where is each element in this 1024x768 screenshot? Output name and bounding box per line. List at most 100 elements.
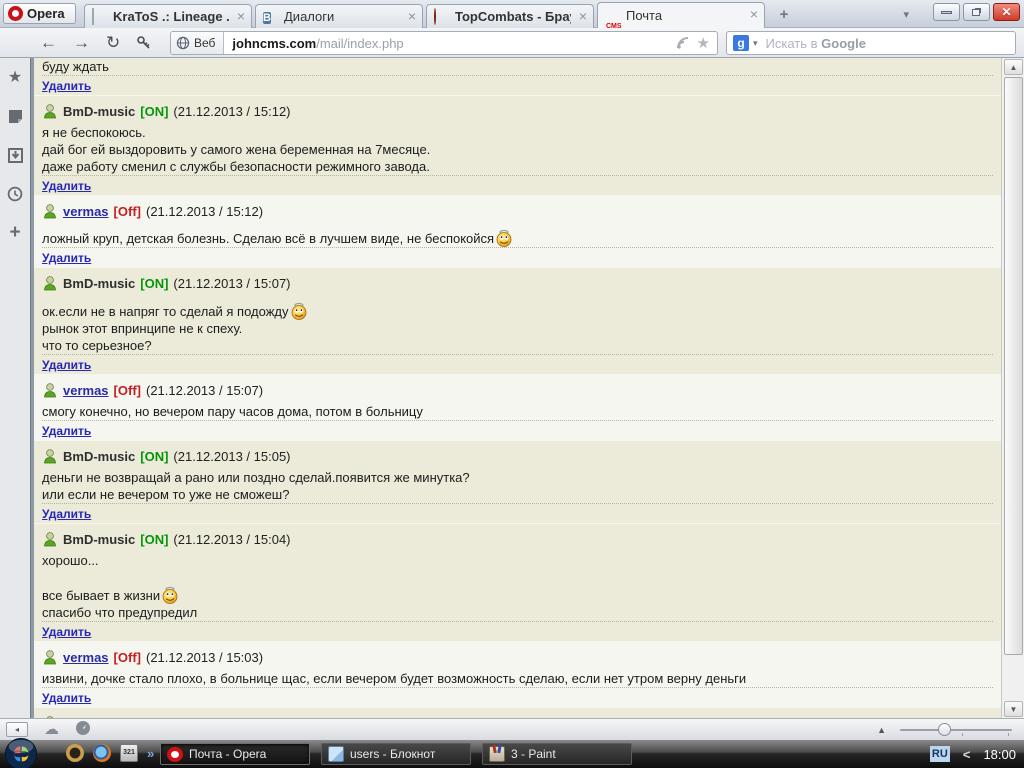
- tab-dialogi[interactable]: В Диалоги ×: [255, 4, 423, 28]
- message-text: [42, 569, 993, 586]
- browser-toolbar: ← → ↻ Веб johncms.com/mail/index.php ★: [0, 28, 1024, 58]
- address-bar[interactable]: Веб johncms.com/mail/index.php ★: [170, 31, 718, 55]
- search-field[interactable]: g ▾ Искать в Google: [726, 31, 1016, 55]
- close-tab-icon[interactable]: ×: [237, 9, 245, 23]
- close-tab-icon[interactable]: ×: [750, 7, 758, 21]
- firefox-icon[interactable]: [93, 744, 111, 762]
- bookmark-star-icon[interactable]: ★: [697, 34, 710, 52]
- close-window-button[interactable]: ✕: [993, 3, 1020, 21]
- zoom-popup-button[interactable]: ▲: [877, 725, 886, 735]
- minimize-button[interactable]: [933, 3, 960, 21]
- restore-button[interactable]: [963, 3, 990, 21]
- message-datetime: (21.12.2013 / 15:05): [173, 449, 290, 464]
- taskbar-button-label: users - Блокнот: [350, 747, 435, 761]
- opera-panel-bar: ★ +: [0, 58, 30, 718]
- close-tab-icon[interactable]: ×: [408, 9, 416, 23]
- search-engine-caret-icon[interactable]: ▾: [753, 38, 758, 49]
- message-text: или если не вечером то уже не сможеш?: [42, 486, 993, 503]
- status-badge: [ON]: [140, 532, 168, 547]
- tab-label: KraToS .: Lineage ...: [113, 9, 229, 24]
- delete-link[interactable]: Удалить: [42, 507, 91, 521]
- start-button[interactable]: [4, 737, 38, 768]
- page-icon: [92, 9, 108, 25]
- message-text: буду ждать: [42, 58, 993, 75]
- username-link[interactable]: vermas: [63, 204, 109, 219]
- system-tray: RU < 18:00: [930, 740, 1016, 768]
- taskbar-button-notepad[interactable]: users - Блокнот: [321, 743, 471, 765]
- smiley-icon: [161, 586, 179, 604]
- mail-thread: буду ждать Удалить BmD-music [ON] (21.12…: [34, 58, 1001, 718]
- user-avatar-icon: [42, 103, 58, 119]
- user-avatar-icon: [42, 382, 58, 398]
- tab-list-chevron-icon[interactable]: ▾: [903, 8, 909, 21]
- wand-key-icon[interactable]: [136, 35, 152, 51]
- zoom-slider[interactable]: [900, 722, 1012, 737]
- zoom-slider-handle[interactable]: [938, 723, 951, 736]
- delete-link[interactable]: Удалить: [42, 79, 91, 93]
- forward-icon[interactable]: →: [73, 34, 90, 51]
- quick-launch-overflow-icon[interactable]: »: [147, 746, 154, 761]
- message-text: даже работу сменил с службы безопасности…: [42, 158, 993, 175]
- language-indicator[interactable]: RU: [930, 746, 950, 762]
- status-badge: [Off]: [114, 383, 141, 398]
- delete-link[interactable]: Удалить: [42, 691, 91, 705]
- scroll-up-icon[interactable]: ▲: [1004, 59, 1023, 75]
- quick-launch-icon-1[interactable]: [66, 744, 84, 762]
- web-badge-button[interactable]: Веб: [171, 32, 224, 54]
- search-placeholder: Искать в Google: [766, 36, 866, 51]
- close-tab-icon[interactable]: ×: [579, 9, 587, 23]
- taskbar-clock[interactable]: 18:00: [983, 747, 1016, 762]
- downloads-icon[interactable]: [6, 146, 24, 164]
- scroll-down-icon[interactable]: ▼: [1004, 701, 1023, 717]
- notes-icon[interactable]: [6, 107, 24, 125]
- delete-link[interactable]: Удалить: [42, 424, 91, 438]
- message: BmD-music [ON] (21.12.2013 / 00:13) как …: [34, 708, 1001, 718]
- url-text[interactable]: johncms.com/mail/index.php: [232, 36, 403, 51]
- tab-topcombats[interactable]: TopCombats - Брау... ×: [426, 4, 594, 28]
- tab-kratos[interactable]: KraToS .: Lineage ... ×: [84, 4, 252, 28]
- message: vermas [Off] (21.12.2013 / 15:03) извини…: [34, 642, 1001, 708]
- page-viewport: ★ + буду ждать Удалить BmD-music [ON] (2…: [0, 58, 1024, 718]
- user-avatar-icon: [42, 531, 58, 547]
- message-datetime: (21.12.2013 / 15:03): [146, 650, 263, 665]
- taskbar-button-paint[interactable]: 3 - Paint: [482, 743, 632, 765]
- browser-tab-bar: Opera KraToS .: Lineage ... × В Диалоги …: [0, 0, 1024, 28]
- reload-icon[interactable]: ↻: [106, 34, 120, 51]
- panel-toggle-button[interactable]: ◂: [6, 722, 28, 737]
- delete-link[interactable]: Удалить: [42, 358, 91, 372]
- message-text: дай бог ей выздоровить у самого жена бер…: [42, 141, 993, 158]
- delete-link[interactable]: Удалить: [42, 179, 91, 193]
- scrollbar-thumb[interactable]: [1004, 77, 1023, 655]
- delete-link[interactable]: Удалить: [42, 251, 91, 265]
- bookmarks-star-icon[interactable]: ★: [6, 68, 24, 86]
- delete-link[interactable]: Удалить: [42, 625, 91, 639]
- message: vermas [Off] (21.12.2013 / 15:12) ложный…: [34, 196, 1001, 268]
- opera-menu-label: Opera: [27, 6, 65, 21]
- vertical-scrollbar[interactable]: ▲ ▼: [1001, 58, 1024, 718]
- history-clock-icon[interactable]: [6, 185, 24, 203]
- message-text: я не беспокоюсь.: [42, 124, 993, 141]
- username-link[interactable]: vermas: [63, 650, 109, 665]
- opera-turbo-icon[interactable]: [75, 720, 91, 739]
- username-link[interactable]: vermas: [63, 383, 109, 398]
- message-partial: буду ждать Удалить: [34, 58, 1001, 96]
- add-panel-icon[interactable]: +: [6, 224, 24, 242]
- new-tab-button[interactable]: +: [772, 6, 796, 24]
- tab-pochta[interactable]: CMS Почта ×: [597, 2, 765, 28]
- tab-label: Диалоги: [284, 9, 334, 24]
- rss-icon[interactable]: [676, 36, 690, 50]
- status-badge: [ON]: [140, 449, 168, 464]
- taskbar-button-opera[interactable]: Почта - Opera: [160, 743, 310, 765]
- message-text: что то серьезное?: [42, 337, 993, 354]
- tray-expand-icon[interactable]: <: [963, 747, 971, 762]
- opera-menu-button[interactable]: Opera: [3, 3, 76, 24]
- username: BmD-music: [63, 449, 135, 464]
- opera-link-cloud-icon[interactable]: ☁: [44, 722, 59, 737]
- message-text: рынок этот впринципе не к спеху.: [42, 320, 993, 337]
- status-badge: [Off]: [114, 204, 141, 219]
- media-player-icon[interactable]: 321: [120, 744, 138, 762]
- username: BmD-music: [63, 532, 135, 547]
- back-icon[interactable]: ←: [40, 34, 57, 51]
- tab-label: Почта: [626, 8, 662, 23]
- vk-icon: В: [263, 9, 279, 25]
